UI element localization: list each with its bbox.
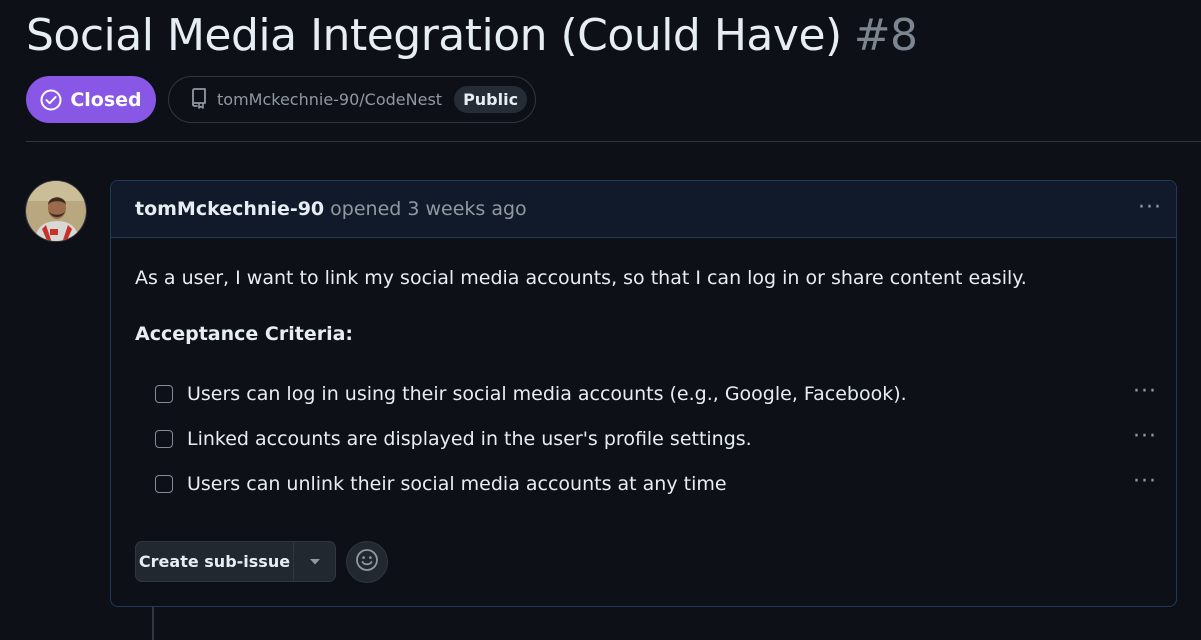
comment-body: As a user, I want to link my social medi… bbox=[135, 267, 1027, 289]
timeline-connector bbox=[152, 607, 154, 640]
repo-icon bbox=[189, 87, 209, 113]
smiley-icon bbox=[355, 548, 379, 576]
task-menu-icon[interactable]: ··· bbox=[1133, 469, 1157, 495]
task-label: Users can log in using their social medi… bbox=[187, 383, 907, 405]
task-list-item: Users can unlink their social media acco… bbox=[155, 469, 1165, 499]
issue-comment: tomMckechnie-90 opened 3 weeks ago ··· A… bbox=[110, 180, 1177, 607]
issue-title-row: Social Media Integration (Could Have) #8 bbox=[26, 8, 918, 64]
triangle-down-icon[interactable] bbox=[293, 542, 335, 581]
comment-menu-icon[interactable]: ··· bbox=[1138, 193, 1162, 223]
task-label: Linked accounts are displayed in the use… bbox=[187, 428, 752, 450]
issue-state-badge: Closed bbox=[26, 76, 156, 123]
visibility-badge: Public bbox=[454, 86, 528, 113]
task-checkbox[interactable] bbox=[155, 430, 173, 448]
check-circle-icon bbox=[40, 89, 62, 111]
task-list-item: Users can log in using their social medi… bbox=[155, 379, 1165, 409]
issue-title: Social Media Integration (Could Have) bbox=[26, 10, 842, 61]
add-reaction-button[interactable] bbox=[346, 541, 388, 583]
issue-page: Social Media Integration (Could Have) #8 … bbox=[0, 0, 1201, 640]
task-list-item: Linked accounts are displayed in the use… bbox=[155, 424, 1165, 454]
comment-author[interactable]: tomMckechnie-90 bbox=[135, 198, 324, 220]
task-menu-icon[interactable]: ··· bbox=[1133, 424, 1157, 450]
repo-pill[interactable]: tomMckechnie-90/CodeNest Public bbox=[168, 76, 536, 123]
create-sub-issue-button[interactable]: Create sub-issue bbox=[135, 541, 336, 582]
acceptance-criteria-heading: Acceptance Criteria: bbox=[135, 323, 354, 345]
comment-meta: opened 3 weeks ago bbox=[330, 198, 527, 220]
header-divider bbox=[26, 141, 1201, 142]
issue-number: #8 bbox=[853, 10, 918, 61]
task-menu-icon[interactable]: ··· bbox=[1133, 379, 1157, 405]
repo-name[interactable]: tomMckechnie-90/CodeNest bbox=[217, 90, 442, 109]
issue-state-label: Closed bbox=[70, 88, 142, 111]
avatar[interactable] bbox=[25, 180, 87, 242]
comment-header: tomMckechnie-90 opened 3 weeks ago ··· bbox=[111, 181, 1176, 238]
create-sub-issue-label[interactable]: Create sub-issue bbox=[136, 542, 293, 581]
task-label: Users can unlink their social media acco… bbox=[187, 473, 727, 495]
task-checkbox[interactable] bbox=[155, 475, 173, 493]
task-checkbox[interactable] bbox=[155, 385, 173, 403]
